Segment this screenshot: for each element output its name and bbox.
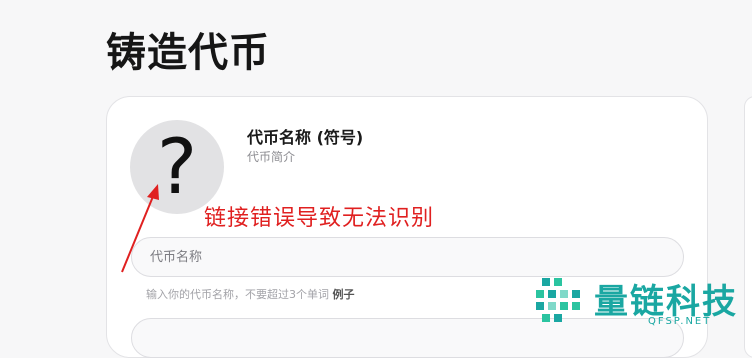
- token-name-symbol: 代币名称 (符号): [247, 128, 364, 147]
- token-name-input[interactable]: [131, 237, 684, 277]
- watermark: 量链科技 QFSP.NET: [532, 272, 752, 332]
- helper-text: 输入你的代币名称，不要超过3个单词: [146, 288, 329, 301]
- brand-logo-icon: [536, 278, 580, 322]
- name-helper-text: 输入你的代币名称，不要超过3个单词 例子: [146, 286, 355, 302]
- watermark-domain: QFSP.NET: [648, 316, 712, 327]
- annotation-text: 链接错误导致无法识别: [204, 206, 435, 231]
- token-description: 代币简介: [247, 150, 296, 164]
- example-link[interactable]: 例子: [333, 288, 355, 301]
- page-title: 铸造代币: [106, 30, 270, 76]
